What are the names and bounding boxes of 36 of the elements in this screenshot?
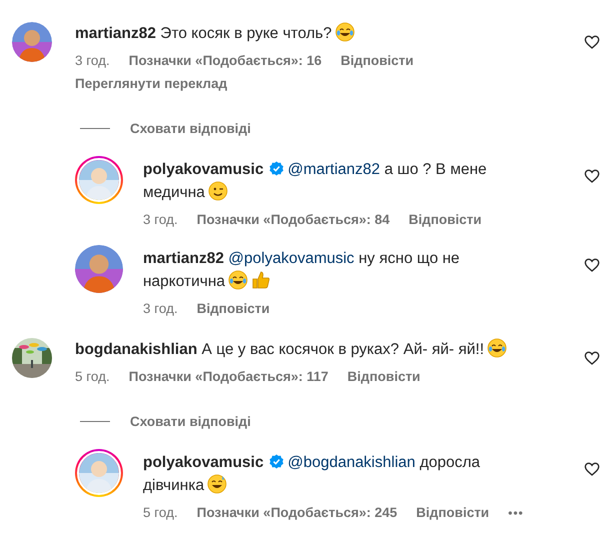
hide-replies-link[interactable]: Сховати відповіді bbox=[130, 121, 251, 136]
comment-time: 5 год. bbox=[143, 505, 178, 520]
comment-time: 3 год. bbox=[143, 212, 178, 227]
like-heart-icon[interactable] bbox=[584, 257, 600, 273]
like-heart-icon[interactable] bbox=[584, 168, 600, 184]
likes-link[interactable]: Позначки «Подобається»: 117 bbox=[128, 369, 328, 384]
see-translation-link[interactable]: Переглянути переклад bbox=[75, 76, 228, 91]
reply-link[interactable]: Відповісти bbox=[196, 301, 270, 316]
like-heart-icon[interactable] bbox=[584, 34, 600, 50]
sweat-smile-emoji-icon bbox=[207, 474, 228, 494]
reply-link[interactable]: Відповісти bbox=[340, 53, 414, 68]
more-options-button[interactable]: ••• bbox=[508, 506, 524, 520]
laughing-tears-emoji-icon bbox=[334, 22, 355, 42]
comment-text: polyakovamusic @martianz82 а шо ? В мене медична bbox=[143, 160, 488, 203]
likes-link[interactable]: Позначки «Подобається»: 245 bbox=[196, 505, 398, 520]
comment-text: bogdanakishlian А це у вас косячок в руках? Ай- яй- яй!! bbox=[75, 338, 561, 361]
reply-link[interactable]: Відповісти bbox=[408, 212, 482, 227]
winking-face-emoji-icon bbox=[208, 181, 228, 201]
like-heart-icon[interactable] bbox=[584, 461, 600, 477]
comment-time: 5 год. bbox=[75, 369, 110, 384]
comment-text: polyakovamusic @bogdanakishlian доросла дівчинка bbox=[143, 453, 482, 496]
comment-time: 3 год. bbox=[143, 301, 178, 316]
avatar-icon[interactable] bbox=[75, 245, 123, 293]
laughing-tears-emoji-icon bbox=[487, 338, 508, 358]
comment-text: martianz82 @polyakovamusic ну ясно що не наркотична bbox=[143, 249, 461, 292]
thumbs-up-emoji-icon bbox=[251, 270, 272, 290]
laughing-tears-emoji-icon bbox=[228, 270, 248, 290]
avatar-icon[interactable] bbox=[12, 22, 52, 62]
comment-text: martianz82 Это косяк в руке чтоль? bbox=[75, 22, 561, 45]
likes-link[interactable]: Позначки «Подобається»: 16 bbox=[128, 53, 322, 68]
comment-time: 3 год. bbox=[75, 53, 110, 68]
likes-link[interactable]: Позначки «Подобається»: 84 bbox=[196, 212, 390, 227]
hide-replies-link[interactable]: Сховати відповіді bbox=[130, 414, 251, 429]
reply-link[interactable]: Відповісти bbox=[347, 369, 420, 384]
like-heart-icon[interactable] bbox=[584, 350, 600, 366]
reply-link[interactable]: Відповісти bbox=[416, 505, 490, 520]
